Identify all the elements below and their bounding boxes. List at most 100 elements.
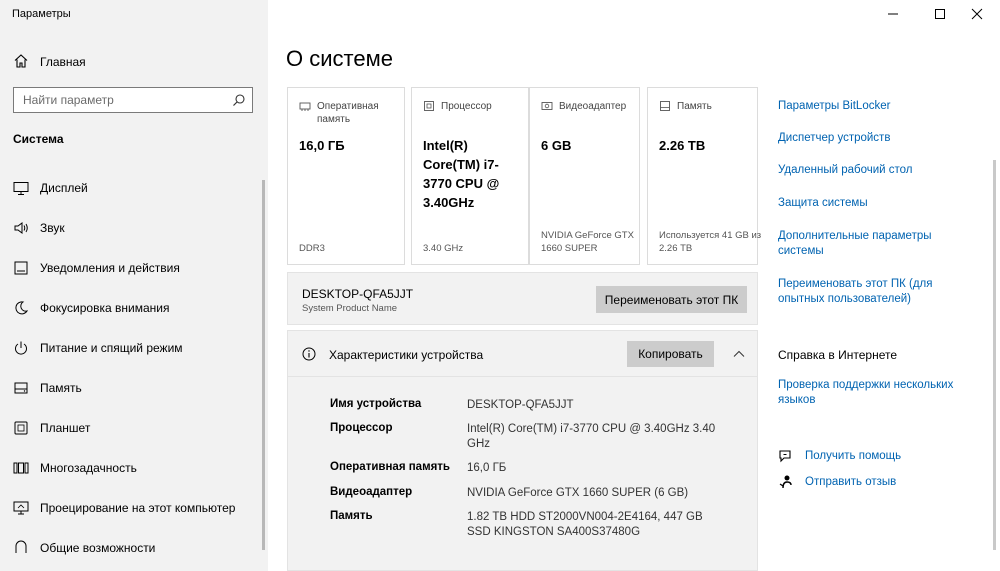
spec-key: Имя устройства	[330, 398, 422, 410]
notification-icon	[13, 260, 29, 276]
device-specs-panel: Характеристики устройства Копировать Имя…	[287, 330, 758, 571]
tablet-icon	[13, 420, 29, 436]
spec-row: Видеоадаптер NVIDIA GeForce GTX 1660 SUP…	[330, 486, 750, 501]
sidebar-item-projecting[interactable]: Проецирование на этот компьютер	[0, 488, 262, 528]
home-icon	[13, 53, 29, 72]
spec-row: Память 1.82 TB HDD ST2000VN004-2E4164, 4…	[330, 510, 750, 540]
card-footer: Используется 41 GB из 2.26 TB	[659, 230, 762, 254]
rename-pc-button[interactable]: Переименовать этот ПК	[596, 286, 747, 313]
section-title: Система	[13, 132, 64, 146]
system-protection-link[interactable]: Защита системы	[778, 196, 968, 211]
spec-row: Имя устройства DESKTOP-QFA5JJT	[330, 398, 750, 413]
sidebar-item-label: Память	[40, 381, 82, 395]
projecting-icon	[13, 500, 29, 516]
rename-advanced-link[interactable]: Переименовать этот ПК (для опытных польз…	[778, 277, 968, 307]
search-box[interactable]	[13, 87, 253, 113]
card-value: Intel(R) Core(TM) i7-3770 CPU @ 3.40GHz	[423, 138, 500, 210]
sidebar-item-label: Питание и спящий режим	[40, 341, 183, 355]
device-specs-header[interactable]: Характеристики устройства Копировать	[288, 331, 757, 377]
card-footer: NVIDIA GeForce GTX 1660 SUPER	[541, 230, 634, 254]
sidebar-item-display[interactable]: Дисплей	[0, 168, 262, 208]
spec-value: NVIDIA GeForce GTX 1660 SUPER (6 GB)	[467, 487, 689, 499]
cpu-card: Процессор Intel(R) Core(TM) i7-3770 CPU …	[411, 87, 529, 265]
sidebar-item-label: Дисплей	[40, 181, 88, 195]
spec-key: Процессор	[330, 422, 393, 434]
sidebar-item-power[interactable]: Питание и спящий режим	[0, 328, 262, 368]
sidebar-item-label: Звук	[40, 221, 65, 235]
sidebar-item-sound[interactable]: Звук	[0, 208, 262, 248]
sidebar-item-multitasking[interactable]: Многозадачность	[0, 448, 262, 488]
feedback-link[interactable]: Отправить отзыв	[778, 474, 896, 490]
language-support-link[interactable]: Проверка поддержки нескольких языков	[778, 378, 968, 408]
card-footer: 3.40 GHz	[423, 243, 464, 254]
spec-key: Оперативная память	[330, 461, 450, 473]
copy-button[interactable]: Копировать	[627, 341, 714, 367]
device-specs-title: Характеристики устройства	[329, 348, 484, 362]
storage-icon	[13, 380, 29, 396]
spec-key: Видеоадаптер	[330, 486, 413, 498]
spec-value: DESKTOP-QFA5JJT	[467, 399, 574, 411]
maximize-icon	[934, 8, 946, 23]
get-help-label: Получить помощь	[805, 450, 902, 462]
device-manager-link[interactable]: Диспетчер устройств	[778, 131, 968, 146]
sidebar-item-label: Многозадачность	[40, 461, 137, 475]
spec-value: Intel(R) Core(TM) i7-3770 CPU @ 3.40GHz …	[467, 423, 716, 450]
moon-icon	[13, 300, 29, 316]
sidebar: Параметры Главная Система Дисплей Звук У…	[0, 0, 268, 571]
cpu-icon	[423, 100, 435, 112]
card-value: 2.26 TB	[659, 138, 706, 153]
sidebar-item-tablet[interactable]: Планшет	[0, 408, 262, 448]
ram-card: Оперативная память 16,0 ГБ DDR3	[287, 87, 405, 265]
minimize-icon	[887, 8, 899, 23]
monitor-icon	[13, 180, 29, 196]
help-chat-icon	[778, 448, 794, 464]
close-button[interactable]	[954, 0, 1000, 30]
search-input[interactable]	[14, 88, 224, 112]
home-label: Главная	[40, 55, 86, 69]
info-icon	[302, 347, 316, 364]
sidebar-item-label: Планшет	[40, 421, 91, 435]
card-header: Процессор	[441, 101, 492, 112]
spec-value: 1.82 TB HDD ST2000VN004-2E4164, 447 GB S…	[467, 511, 703, 538]
sidebar-item-label: Общие возможности	[40, 541, 156, 555]
sidebar-item-storage[interactable]: Память	[0, 368, 262, 408]
app-title: Параметры	[12, 8, 71, 20]
shared-icon	[13, 540, 29, 556]
spec-row: Процессор Intel(R) Core(TM) i7-3770 CPU …	[330, 422, 750, 452]
feedback-label: Отправить отзыв	[805, 476, 897, 488]
search-icon[interactable]	[232, 93, 246, 110]
card-header: Оперативная память	[317, 101, 379, 125]
bitlocker-link[interactable]: Параметры BitLocker	[778, 99, 968, 114]
card-value: 6 GB	[541, 138, 572, 153]
page-title: О системе	[286, 46, 393, 71]
sidebar-scrollbar[interactable]	[262, 180, 265, 550]
advanced-settings-link[interactable]: Дополнительные параметры системы	[778, 229, 968, 259]
home-nav[interactable]: Главная	[13, 53, 86, 71]
chevron-up-icon[interactable]	[732, 347, 746, 364]
sidebar-item-label: Проецирование на этот компьютер	[40, 501, 236, 515]
multitasking-icon	[13, 460, 29, 476]
sidebar-item-label: Уведомления и действия	[40, 261, 180, 275]
remote-desktop-link[interactable]: Удаленный рабочий стол	[778, 163, 968, 178]
get-help-link[interactable]: Получить помощь	[778, 448, 901, 464]
sidebar-item-label: Фокусировка внимания	[40, 301, 170, 315]
spec-value: 16,0 ГБ	[467, 462, 507, 474]
help-title: Справка в Интернете	[778, 348, 898, 362]
card-value: 16,0 ГБ	[299, 138, 345, 153]
main-scrollbar[interactable]	[993, 160, 996, 550]
card-header: Память	[677, 101, 712, 112]
feedback-icon	[778, 474, 794, 490]
gpu-card: Видеоадаптер 6 GB NVIDIA GeForce GTX 166…	[529, 87, 640, 265]
card-header: Видеоадаптер	[559, 101, 627, 112]
sidebar-item-focus[interactable]: Фокусировка внимания	[0, 288, 262, 328]
pc-product-name: System Product Name	[302, 303, 398, 314]
minimize-button[interactable]	[870, 0, 916, 30]
spec-key: Память	[330, 510, 373, 522]
sidebar-nav: Дисплей Звук Уведомления и действия Фоку…	[0, 168, 262, 568]
pc-name: DESKTOP-QFA5JJT	[302, 287, 414, 301]
card-footer: DDR3	[299, 243, 325, 254]
sidebar-item-notifications[interactable]: Уведомления и действия	[0, 248, 262, 288]
sidebar-item-shared[interactable]: Общие возможности	[0, 528, 262, 568]
pc-name-bar: DESKTOP-QFA5JJT System Product Name Пере…	[287, 272, 758, 325]
drive-icon	[659, 100, 671, 112]
